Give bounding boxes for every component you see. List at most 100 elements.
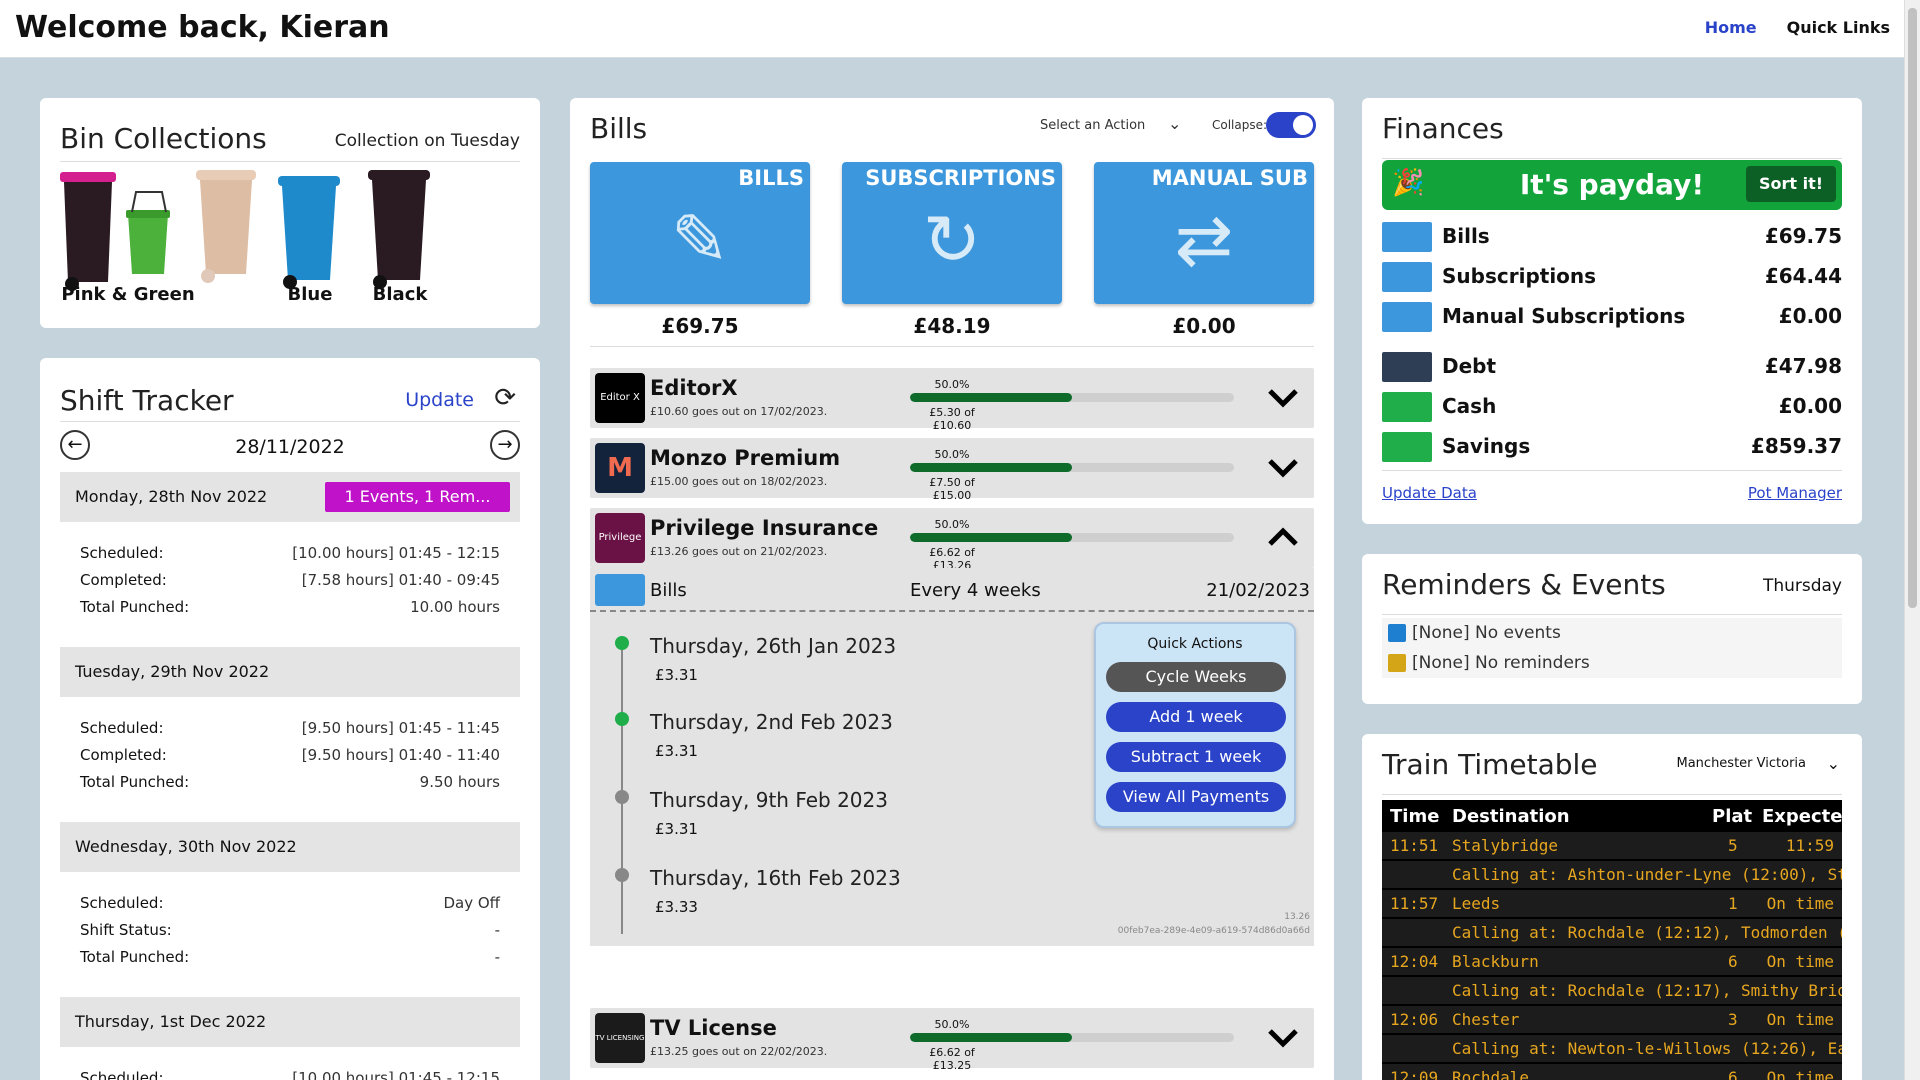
add-week-button[interactable]: Add 1 week: [1106, 702, 1286, 732]
reminders-color-icon: [1388, 654, 1406, 672]
check-icon: [615, 636, 629, 650]
payment-date: Thursday, 16th Feb 2023: [650, 866, 901, 890]
shift-row-value: [10.00 hours] 01:45 - 12:15: [292, 1069, 500, 1080]
reminder-item[interactable]: [None] No reminders: [1382, 648, 1842, 678]
shift-row-value: [7.58 hours] 01:40 - 09:45: [301, 571, 500, 589]
train-time: 11:51: [1390, 836, 1439, 855]
chevron-down-icon[interactable]: [1266, 380, 1300, 414]
train-plat: 6: [1728, 952, 1738, 971]
privilege-logo: Privilege: [595, 513, 645, 563]
bill-category: Bills: [650, 580, 687, 601]
shift-date-nav: 28/11/2022 ← →: [60, 424, 520, 470]
bill-amount-of: £6.62 of £13.25: [929, 1046, 975, 1072]
finance-label: Savings: [1442, 434, 1531, 458]
pot-manager-link[interactable]: Pot Manager: [1748, 484, 1842, 502]
shift-row-value: [9.50 hours] 01:40 - 11:40: [301, 746, 500, 764]
tile-manual-sub[interactable]: MANUAL SUB ⇄: [1094, 162, 1314, 304]
subtract-week-button[interactable]: Subtract 1 week: [1106, 742, 1286, 772]
train-time: 12:09: [1390, 1068, 1439, 1080]
shift-row: Total Punched: 10.00 hours: [80, 598, 500, 625]
shift-day-header[interactable]: Thursday, 1st Dec 2022: [60, 997, 520, 1047]
bill-item[interactable]: TV LICENSING TV License £13.25 goes out …: [590, 1008, 1314, 1072]
train-row[interactable]: 12:04 Blackburn 6 On time: [1382, 948, 1842, 975]
prev-arrow-icon[interactable]: ←: [60, 430, 90, 460]
shift-day-body: Scheduled: [10.00 hours] 01:45 - 12:15 Co…: [80, 544, 500, 625]
finance-row[interactable]: Savings £859.37: [1382, 430, 1842, 464]
finance-row[interactable]: Debt £47.98: [1382, 350, 1842, 384]
update-data-link[interactable]: Update Data: [1382, 484, 1477, 502]
shift-day-header[interactable]: Wednesday, 30th Nov 2022: [60, 822, 520, 872]
finance-label: Cash: [1442, 394, 1497, 418]
shift-title: Shift Tracker: [60, 384, 234, 417]
train-expected: On time: [1766, 1010, 1834, 1029]
divider: [1382, 158, 1842, 159]
train-row[interactable]: 11:57 Leeds 1 On time: [1382, 890, 1842, 917]
train-calling: Calling at: Newton-le-Willows (12:26), E…: [1382, 1035, 1842, 1062]
bill-frequency: Every 4 weeks: [910, 580, 1041, 601]
finance-row[interactable]: Cash £0.00: [1382, 390, 1842, 424]
page-scrollbar[interactable]: [1904, 0, 1920, 1080]
shift-day-header[interactable]: Monday, 28th Nov 2022 1 Events, 1 Rem...: [60, 472, 520, 522]
train-row[interactable]: 12:06 Chester 3 On time: [1382, 1006, 1842, 1033]
shift-row-label: Completed:: [80, 571, 167, 589]
green-caddy-icon: [126, 191, 170, 274]
top-nav: Home Quick Links: [1705, 18, 1890, 37]
train-calling: Calling at: Ashton-under-Lyne (12:00), S…: [1382, 861, 1842, 888]
train-timetable-card: Train Timetable Manchester Victoria ⌄ Ti…: [1362, 734, 1862, 1080]
bill-progress-fill: [910, 1033, 1072, 1042]
scrollbar-thumb[interactable]: [1908, 8, 1917, 608]
chevron-down-icon[interactable]: [1266, 1020, 1300, 1054]
bill-item[interactable]: M Monzo Premium £15.00 goes out on 18/02…: [590, 438, 1314, 502]
station-select[interactable]: Manchester Victoria: [1677, 756, 1807, 771]
payment-date: Thursday, 26th Jan 2023: [650, 634, 897, 658]
train-row[interactable]: 12:09 Rochdale 6 On time: [1382, 1064, 1842, 1080]
action-select[interactable]: Select an Action ⌄: [1040, 114, 1181, 133]
tile-subscriptions[interactable]: SUBSCRIPTIONS ↻: [842, 162, 1062, 304]
tv-licensing-logo: TV LICENSING: [595, 1013, 645, 1063]
bin-label-blue: Blue: [287, 284, 333, 305]
shift-row-label: Total Punched:: [80, 948, 190, 966]
shift-day-label: Monday, 28th Nov 2022: [75, 487, 268, 506]
bill-item[interactable]: Privilege Privilege Insurance £13.26 goe…: [590, 508, 1314, 572]
shift-row-value: Day Off: [443, 894, 500, 912]
train-dest: Stalybridge: [1452, 836, 1558, 855]
footer-amount: 13.26: [1284, 912, 1310, 922]
bill-note: £15.00 goes out on 18/02/2023.: [650, 475, 828, 488]
nav-home-link[interactable]: Home: [1705, 18, 1757, 37]
check-icon: [615, 712, 629, 726]
bill-note: £13.26 goes out on 21/02/2023.: [650, 545, 828, 558]
view-payments-button[interactable]: View All Payments: [1106, 782, 1286, 812]
next-arrow-icon[interactable]: →: [490, 430, 520, 460]
reminder-item[interactable]: [None] No events: [1382, 618, 1842, 648]
welcome-title: Welcome back, Kieran: [15, 10, 390, 45]
sort-it-button[interactable]: Sort it!: [1746, 166, 1836, 202]
chevron-down-icon[interactable]: [1266, 450, 1300, 484]
bill-item[interactable]: Editor X EditorX £10.60 goes out on 17/0…: [590, 368, 1314, 432]
payment-amount: £3.31: [655, 820, 698, 838]
finance-value: £859.37: [1750, 434, 1842, 458]
shift-day-header[interactable]: Tuesday, 29th Nov 2022: [60, 647, 520, 697]
refresh-icon[interactable]: ⟳: [494, 383, 516, 413]
departure-board: Time Destination Plat Expected 11:51 Sta…: [1382, 800, 1842, 1080]
shift-header: Shift Tracker Update ⟳: [60, 372, 520, 422]
shift-date: 28/11/2022: [235, 436, 345, 458]
shift-day-label: Thursday, 1st Dec 2022: [75, 1012, 267, 1031]
chevron-up-icon[interactable]: [1266, 520, 1300, 554]
finance-row[interactable]: Manual Subscriptions £0.00: [1382, 300, 1842, 334]
bill-progress-bar: [910, 463, 1234, 472]
nav-quick-links[interactable]: Quick Links: [1787, 18, 1890, 37]
events-badge[interactable]: 1 Events, 1 Rem...: [325, 482, 510, 512]
shift-update-link[interactable]: Update: [405, 389, 474, 411]
shift-row: Shift Status: -: [80, 921, 500, 948]
train-row[interactable]: 11:51 Stalybridge 5 11:59: [1382, 832, 1842, 859]
finance-row[interactable]: Bills £69.75: [1382, 220, 1842, 254]
shift-row: Scheduled: [10.00 hours] 01:45 - 12:15: [80, 1069, 500, 1080]
finance-row[interactable]: Subscriptions £64.44: [1382, 260, 1842, 294]
shift-row: Total Punched: -: [80, 948, 500, 975]
finance-value: £64.44: [1764, 264, 1842, 288]
collapse-toggle[interactable]: [1266, 112, 1316, 138]
chevron-down-icon[interactable]: ⌄: [1827, 754, 1840, 773]
cycle-weeks-button[interactable]: Cycle Weeks: [1106, 662, 1286, 692]
tile-bills[interactable]: BILLS ✎: [590, 162, 810, 304]
collapse-label: Collapse:: [1212, 118, 1268, 132]
